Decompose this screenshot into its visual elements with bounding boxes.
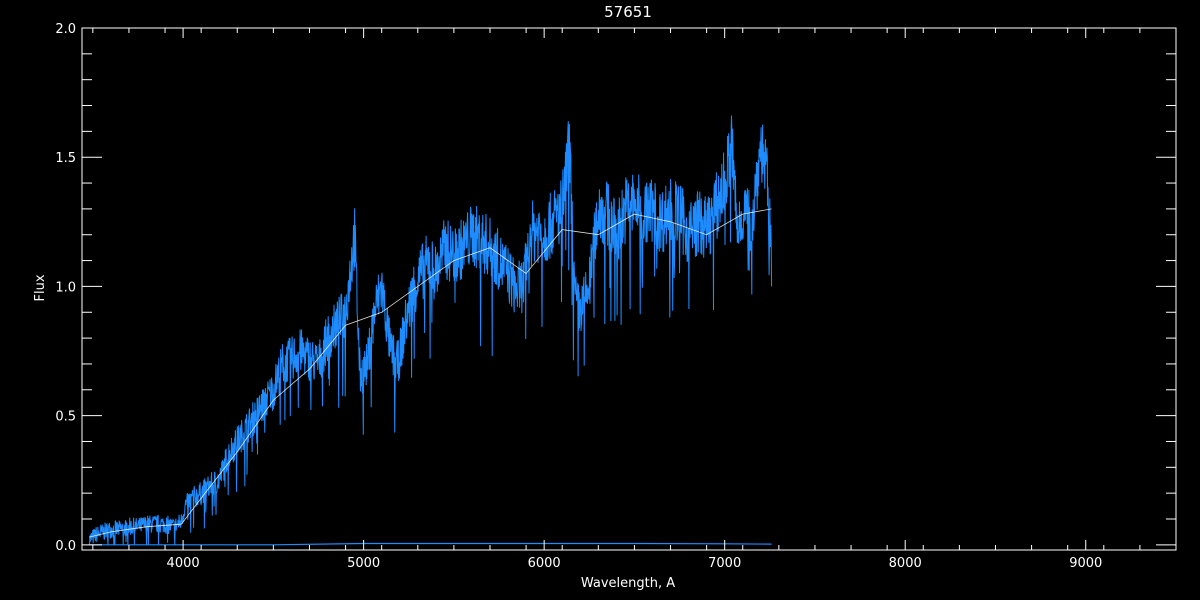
x-tick-label: 8000 bbox=[889, 556, 922, 571]
chart-title: 57651 bbox=[604, 3, 652, 21]
spectrum-chart: 57651 4000 5000 6000 7000 8000 9000 0.0 0.5 1.0 1… bbox=[0, 0, 1200, 600]
y-tick-label: 1.5 bbox=[55, 151, 76, 166]
y-tick-label: 0.0 bbox=[55, 539, 76, 554]
x-axis-title: Wavelength, A bbox=[581, 576, 675, 591]
y-tick-label: 1.0 bbox=[55, 280, 76, 295]
chart-background bbox=[0, 0, 1200, 600]
x-tick-label: 4000 bbox=[167, 556, 200, 571]
x-tick-label: 6000 bbox=[528, 556, 561, 571]
x-tick-label: 5000 bbox=[347, 556, 380, 571]
y-axis-title: Flux bbox=[33, 274, 48, 301]
x-tick-label: 7000 bbox=[708, 556, 741, 571]
y-tick-label: 2.0 bbox=[55, 22, 76, 37]
y-tick-label: 0.5 bbox=[55, 410, 76, 425]
x-tick-label: 9000 bbox=[1069, 556, 1102, 571]
